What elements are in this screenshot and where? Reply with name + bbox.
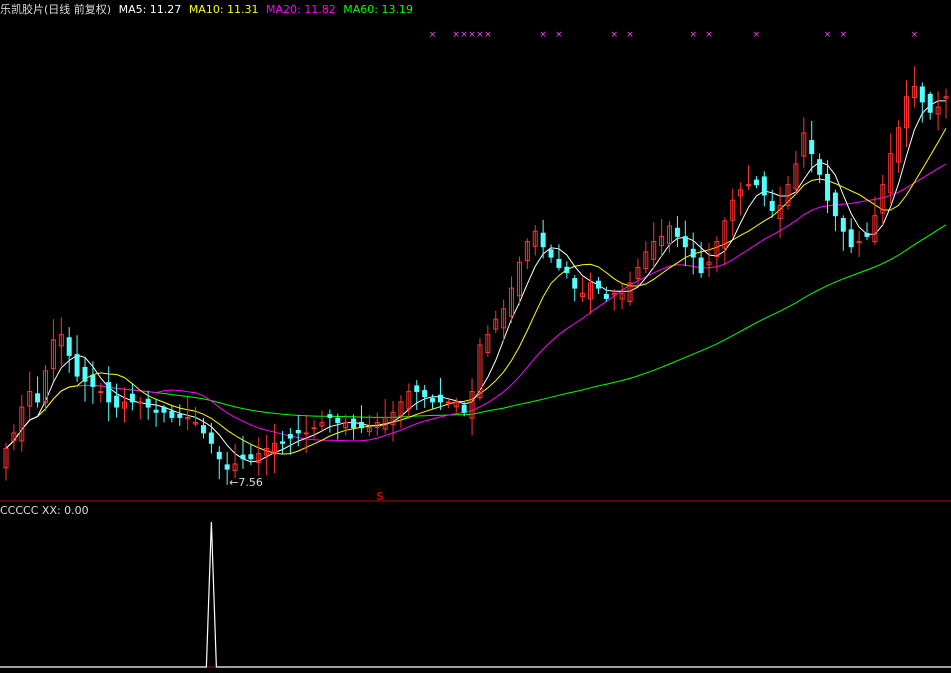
candle-body: [832, 192, 838, 217]
signal-marker: ×: [476, 30, 484, 40]
candle-body: [927, 93, 933, 113]
candle-body: [335, 417, 341, 424]
candle-body: [572, 278, 578, 289]
chart-stage: 乐凯胶片(日线 前复权) MA5: 11.27 MA10: 11.31 MA20…: [0, 0, 951, 673]
candle-body: [809, 140, 815, 155]
candle-body: [422, 390, 428, 398]
signal-marker: ×: [626, 30, 634, 40]
candle-body: [106, 382, 112, 403]
signal-marker: ×: [705, 30, 713, 40]
candle-body: [161, 407, 167, 413]
candle-body: [746, 184, 752, 187]
price-chart: × × × × × × × × × × × × × × × × ←7.56S: [0, 30, 951, 668]
candle-body: [414, 385, 420, 393]
candle-body: [66, 337, 72, 356]
indicator-name: CCCCC: [0, 504, 39, 517]
candle-body: [437, 394, 443, 403]
signal-marker: ×: [484, 30, 492, 40]
candle-body: [595, 280, 601, 289]
candle-body: [548, 249, 554, 258]
candle-body: [769, 200, 775, 212]
indicator-series: [0, 521, 951, 668]
candle-body: [279, 441, 285, 444]
ma60-path: [5, 224, 947, 449]
candle-body: [430, 397, 436, 403]
signal-marker: ×: [555, 30, 563, 40]
candle-body: [358, 421, 364, 429]
candle-body: [445, 401, 451, 404]
candle-body: [540, 232, 546, 248]
candle-body: [864, 232, 870, 237]
sell-signal-label: S: [376, 490, 384, 503]
candle-body: [177, 414, 183, 418]
candle-body: [919, 86, 925, 103]
signal-marker: ×: [429, 30, 437, 40]
candle-body: [848, 229, 854, 248]
ma60-line: [5, 224, 947, 449]
candle-body: [698, 257, 704, 274]
candle-body: [208, 432, 214, 444]
ma5-line: [5, 100, 946, 463]
signal-marker: ×: [689, 30, 697, 40]
candle-body: [248, 454, 254, 460]
signal-marker: ×: [452, 30, 460, 40]
candle-body: [682, 236, 688, 248]
candle-body: [311, 427, 317, 430]
candle-body: [145, 398, 151, 408]
candle-body: [603, 293, 609, 299]
ma5-path: [5, 100, 946, 463]
signal-marker: ×: [824, 30, 832, 40]
candle-body: [351, 418, 357, 429]
signal-marker: ×: [539, 30, 547, 40]
candle-body: [674, 227, 680, 237]
candle-body: [82, 366, 88, 382]
indicator-xx-value: XX: 0.00: [41, 504, 89, 517]
signal-marker: ×: [460, 30, 468, 40]
candle-body: [129, 393, 135, 403]
candle-body: [169, 410, 175, 418]
candle-body: [461, 404, 467, 413]
candle-body: [690, 248, 696, 258]
candle-body: [287, 434, 293, 439]
indicator-header: CCCCC XX: 0.00: [0, 504, 89, 517]
low-price-label: ←7.56: [229, 476, 263, 489]
candle-body: [90, 374, 96, 387]
candle-body: [153, 409, 159, 413]
candle-body: [761, 176, 767, 196]
candle-body: [840, 218, 846, 232]
candle-body: [295, 429, 301, 434]
candle-body: [825, 173, 831, 201]
candle-body: [564, 266, 570, 274]
candle-body: [224, 464, 230, 470]
signal-marker-row: × × × × × × × × × × × × × × × ×: [429, 30, 918, 40]
xx-indicator-line: [0, 521, 951, 668]
signal-marker: ×: [840, 30, 848, 40]
candle-body: [216, 451, 222, 460]
candle-body: [200, 425, 206, 434]
candle-body: [556, 258, 562, 268]
candle-body: [98, 391, 104, 394]
candlestick-series: [3, 66, 949, 485]
candle-body: [114, 395, 120, 408]
candle-body: [240, 454, 246, 460]
candle-body: [74, 354, 80, 377]
candle-body: [327, 414, 333, 418]
signal-marker: ×: [610, 30, 618, 40]
candle-body: [303, 432, 309, 435]
signal-marker: ×: [911, 30, 919, 40]
annotations: ←7.56 S: [229, 476, 384, 503]
candle-body: [817, 159, 823, 175]
candle-body: [753, 179, 759, 186]
signal-marker: ×: [468, 30, 476, 40]
signal-marker: ×: [753, 30, 761, 40]
candle-body: [35, 393, 41, 403]
